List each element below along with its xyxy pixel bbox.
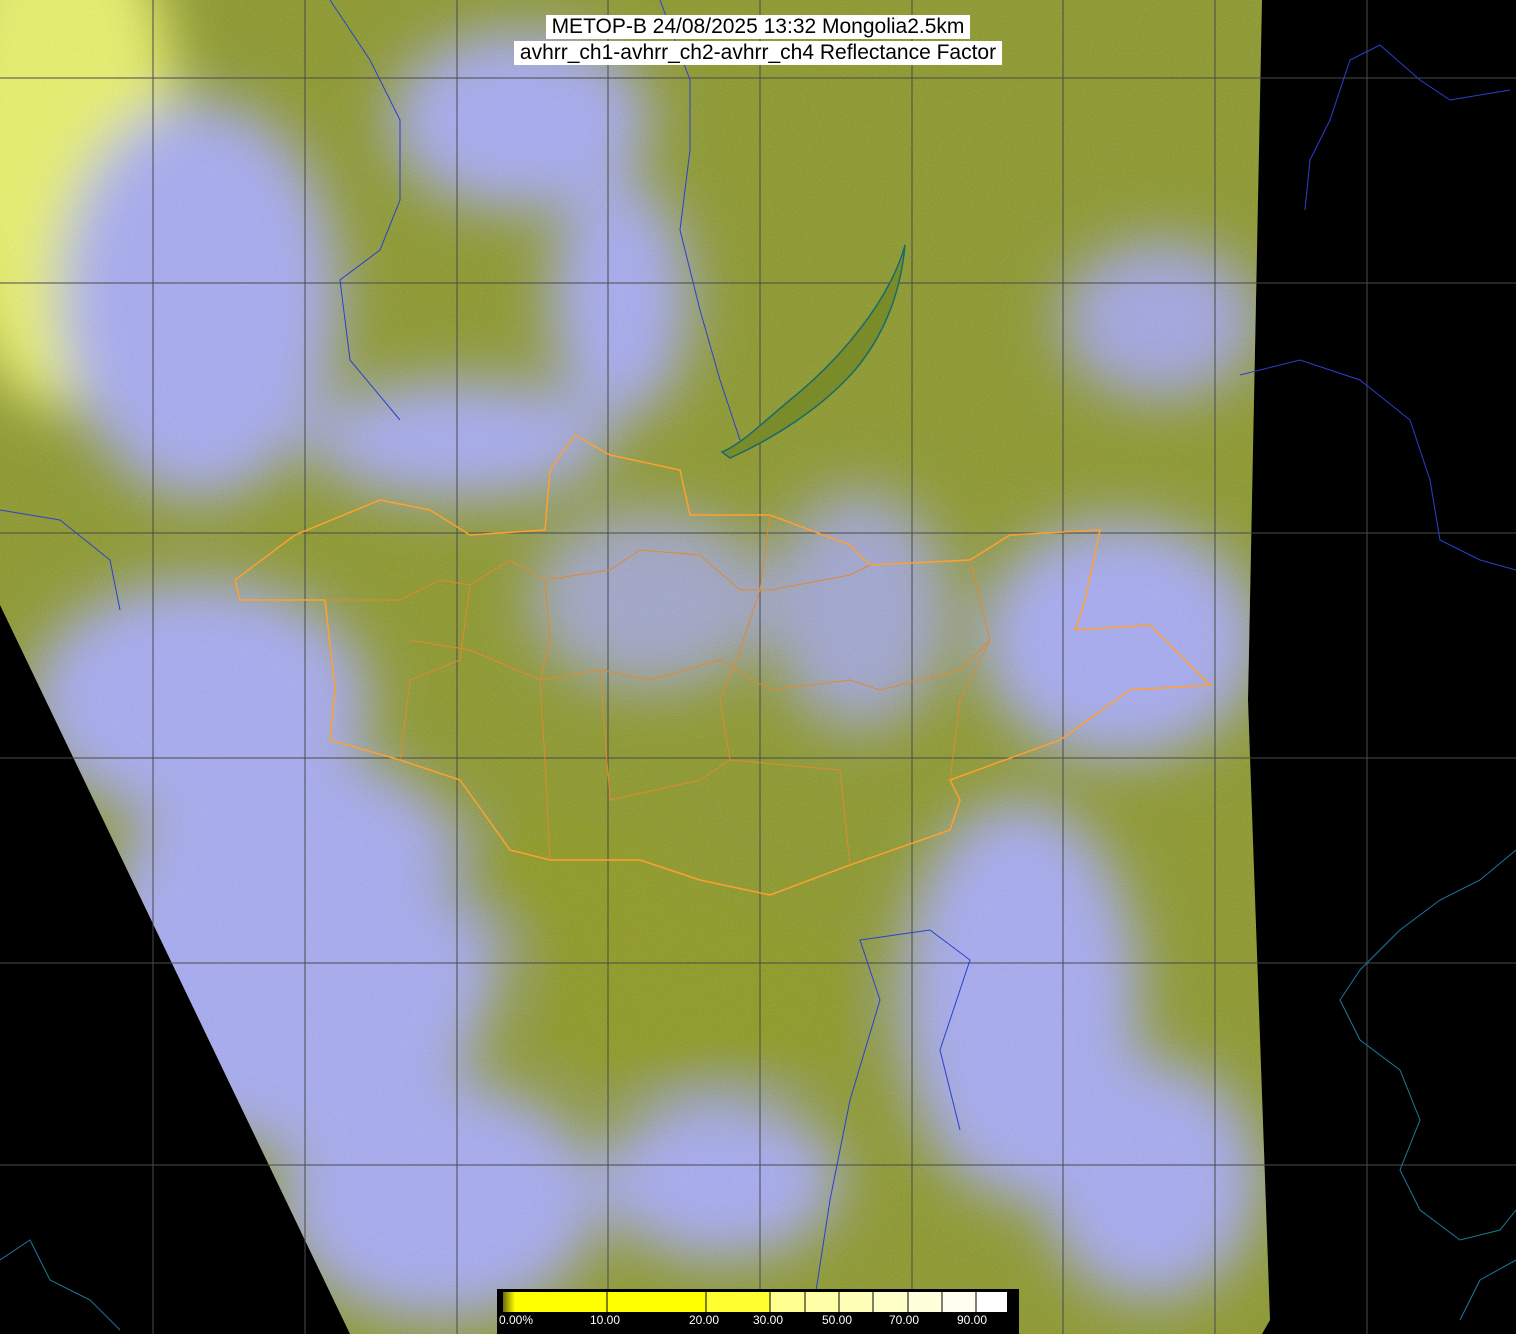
colorbar-band bbox=[908, 1292, 942, 1312]
satellite-map bbox=[0, 0, 1516, 1334]
colorbar-band bbox=[976, 1292, 1007, 1312]
colorbar-label: 30.00 bbox=[753, 1313, 784, 1327]
colorbar-label: 10.00 bbox=[590, 1313, 621, 1327]
colorbar-label: 70.00 bbox=[889, 1313, 920, 1327]
satellite-image-view: METOP-B 24/08/2025 13:32 Mongolia2.5km a… bbox=[0, 0, 1516, 1334]
colorbar: 0.00% 10.00 20.00 30.00 50.00 70.00 90.0… bbox=[497, 1289, 1019, 1334]
colorbar-label: 0.00% bbox=[499, 1313, 534, 1327]
colorbar-label: 20.00 bbox=[689, 1313, 720, 1327]
colorbar-band bbox=[706, 1292, 770, 1312]
colorbar-strip bbox=[503, 1292, 1007, 1312]
image-swath bbox=[0, 0, 1270, 1334]
colorbar-band bbox=[805, 1292, 839, 1312]
colorbar-label: 50.00 bbox=[822, 1313, 853, 1327]
colorbar-band bbox=[515, 1292, 607, 1312]
colorbar-band bbox=[503, 1292, 515, 1312]
colorbar-band bbox=[607, 1292, 706, 1312]
colorbar-band bbox=[942, 1292, 976, 1312]
colorbar-label: 90.00 bbox=[957, 1313, 988, 1327]
colorbar-band bbox=[839, 1292, 873, 1312]
colorbar-band bbox=[770, 1292, 805, 1312]
colorbar-band bbox=[873, 1292, 908, 1312]
